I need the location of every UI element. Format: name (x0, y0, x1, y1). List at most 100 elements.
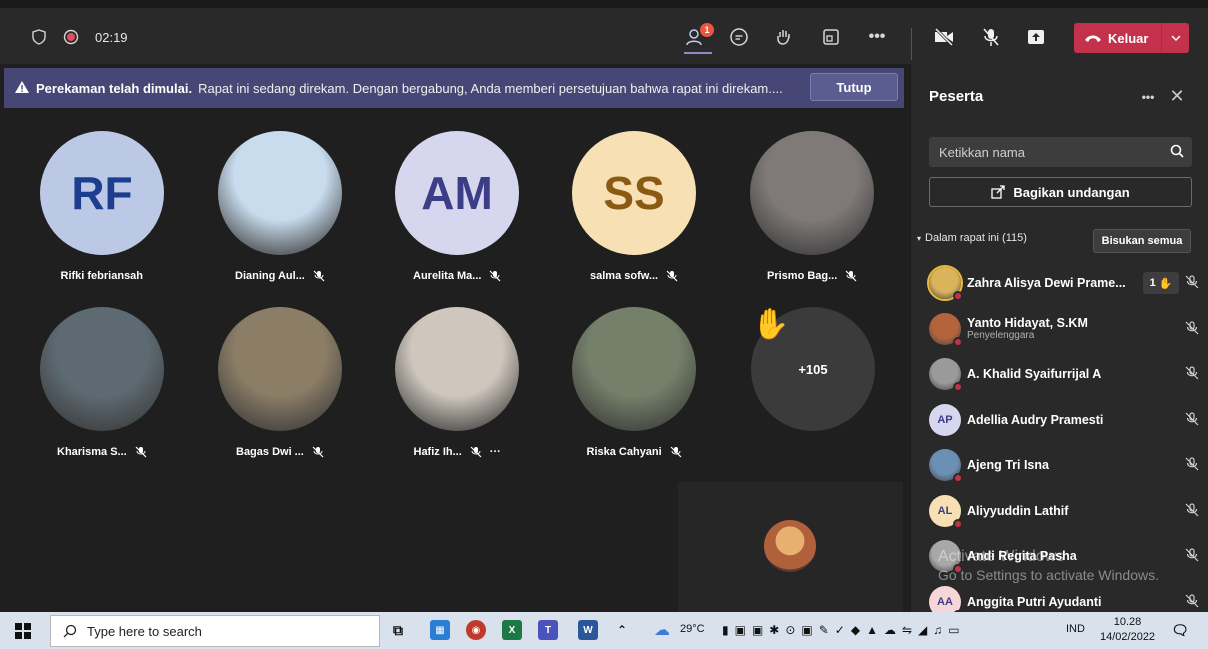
recording-banner: Perekaman telah dimulai. Rapat ini sedan… (4, 68, 904, 108)
participant-list-name: Zahra Alisya Dewi Prame... (967, 276, 1126, 290)
participant-name-label: Prismo Bag... (767, 270, 857, 282)
in-meeting-section[interactable]: ▾ Dalam rapat ini (115) (917, 232, 1027, 244)
shield-icon[interactable] (30, 28, 48, 46)
participant-mic-status (1185, 457, 1199, 476)
participant-video-tile[interactable] (218, 307, 342, 431)
mic-off-icon (490, 270, 501, 282)
meeting-toolbar: 02:19 1 ••• (0, 8, 1208, 64)
toolbar-separator (911, 28, 912, 60)
participant-list-name: Ajeng Tri Isna (967, 458, 1049, 472)
system-tray-icons[interactable]: ▮▣▣✱⊙▣✎✓◆▲☁⇋◢♫▭ (722, 623, 966, 637)
participant-video-tile[interactable]: RF (40, 131, 164, 255)
leave-options-chevron-icon[interactable] (1161, 23, 1189, 53)
notifications-icon[interactable]: 🗨 (1170, 620, 1190, 640)
status-dot (953, 518, 963, 529)
taskbar-search-input[interactable]: Type here to search (50, 615, 380, 647)
avatar (929, 449, 963, 483)
participant-list-item[interactable]: Ajeng Tri Isna (929, 445, 1199, 485)
clock-date: 14/02/2022 (1100, 631, 1156, 643)
avatar (929, 312, 963, 347)
excel-icon[interactable]: X (502, 620, 522, 640)
chat-icon[interactable] (728, 26, 750, 48)
mute-all-button[interactable]: Bisukan semua (1093, 229, 1191, 253)
temperature[interactable]: 29°C (680, 623, 705, 635)
mic-off-icon (670, 446, 682, 458)
search-placeholder: Ketikkan nama (939, 144, 1025, 160)
clock-time: 10.28 (1113, 616, 1142, 628)
banner-close-button[interactable]: Tutup (810, 73, 898, 101)
participant-list-item[interactable]: A. Khalid Syaifurrijal A (929, 354, 1199, 394)
participant-list-item[interactable]: AP Adellia Audry Pramesti (929, 400, 1199, 440)
participant-name-label: Dianing Aul... (235, 270, 325, 282)
status-dot (953, 291, 963, 301)
meeting-timer: 02:19 (95, 30, 128, 45)
mic-off-icon (312, 446, 324, 458)
overflow-count: +105 (798, 361, 828, 377)
participant-video-tile[interactable] (750, 131, 874, 255)
windows-start-icon[interactable] (14, 622, 32, 640)
banner-message: Rapat ini sedang direkam. Dengan bergabu… (198, 80, 783, 96)
panel-more-icon[interactable]: ••• (1137, 88, 1159, 106)
participant-list-name: Anggita Putri Ayudanti (967, 594, 1102, 609)
teams-icon[interactable]: T (538, 620, 558, 640)
participant-video-tile[interactable]: AM (395, 131, 519, 255)
raised-hand-icon: ✋ (1158, 277, 1173, 290)
more-options-icon[interactable]: ••• (866, 26, 888, 48)
tile-more-icon[interactable]: ··· (490, 446, 501, 458)
participant-name-label: Aurelita Ma... (413, 270, 501, 282)
mic-off-icon (1185, 548, 1199, 562)
taskbar-clock[interactable]: 10.28 14/02/2022 (1100, 615, 1155, 645)
rooms-icon[interactable] (820, 26, 842, 48)
reactions-icon[interactable] (773, 26, 795, 48)
mic-off-icon (1185, 593, 1199, 607)
activate-windows-watermark: Activate Windows Go to Settings to activ… (938, 548, 1159, 584)
word-icon[interactable]: W (578, 620, 598, 640)
self-view (678, 482, 903, 612)
participant-initials: SS (603, 167, 665, 219)
warning-icon (14, 80, 30, 97)
avatar-initials: AL (937, 504, 953, 517)
participant-list-item[interactable]: AL Aliyyuddin Lathif (929, 491, 1199, 531)
weather-icon[interactable]: ☁ (652, 620, 672, 640)
watermark-subtitle: Go to Settings to activate Windows. (938, 567, 1159, 583)
participant-mic-status (1185, 366, 1199, 385)
overflow-chevron-icon[interactable]: ⌃ (612, 620, 632, 640)
participant-mic-status (1185, 320, 1199, 340)
window-top-strip (0, 0, 1208, 8)
avatar: AL (929, 494, 963, 529)
store-icon[interactable]: ▦ (430, 620, 450, 640)
taskbar-search-placeholder: Type here to search (87, 623, 202, 639)
participant-video-tile[interactable] (218, 131, 342, 255)
participant-list-name: Yanto Hidayat, S.KM (967, 316, 1088, 330)
participant-list-item[interactable]: Yanto Hidayat, S.KM Penyelenggara (929, 309, 1199, 349)
language-indicator[interactable]: IND (1066, 623, 1085, 635)
leave-button[interactable]: Keluar (1074, 23, 1189, 53)
mic-off-icon (666, 270, 678, 282)
panel-close-icon[interactable]: ✕ (1167, 86, 1187, 106)
task-view-icon[interactable]: ⧉ (388, 620, 408, 640)
camera-off-icon[interactable] (932, 26, 956, 48)
participant-name-label: Rifki febriansah (61, 270, 144, 282)
share-invite-label: Bagikan undangan (1013, 184, 1130, 200)
avatar-initials: AA (937, 595, 953, 608)
participant-video-tile[interactable] (40, 307, 164, 431)
mic-off-icon[interactable] (980, 26, 1002, 48)
participant-name: Kharisma S... (57, 446, 127, 458)
participant-name: Aurelita Ma... (413, 270, 482, 282)
participant-name: salma sofw... (590, 270, 659, 282)
participant-mic-status (1185, 502, 1199, 522)
participant-mic-status (1185, 275, 1199, 294)
mic-off-icon (313, 270, 325, 282)
panel-title: Peserta (929, 88, 984, 105)
participant-video-tile[interactable]: SS (572, 131, 696, 255)
share-screen-icon[interactable] (1025, 26, 1047, 48)
share-invite-button[interactable]: Bagikan undangan (929, 177, 1192, 207)
mic-off-icon (1185, 457, 1199, 471)
participant-list-item[interactable]: Zahra Alisya Dewi Prame... 1 ✋ (927, 263, 1199, 303)
chrome-icon[interactable]: ◉ (466, 620, 486, 640)
participant-search-input[interactable]: Ketikkan nama (929, 137, 1192, 167)
participant-video-tile[interactable] (395, 307, 519, 431)
active-tab-indicator (684, 52, 712, 54)
windows-taskbar: Type here to search ⧉ ▦ ◉ X T W ⌃ ☁ 29°C… (0, 612, 1208, 649)
participant-video-tile[interactable] (572, 307, 696, 431)
